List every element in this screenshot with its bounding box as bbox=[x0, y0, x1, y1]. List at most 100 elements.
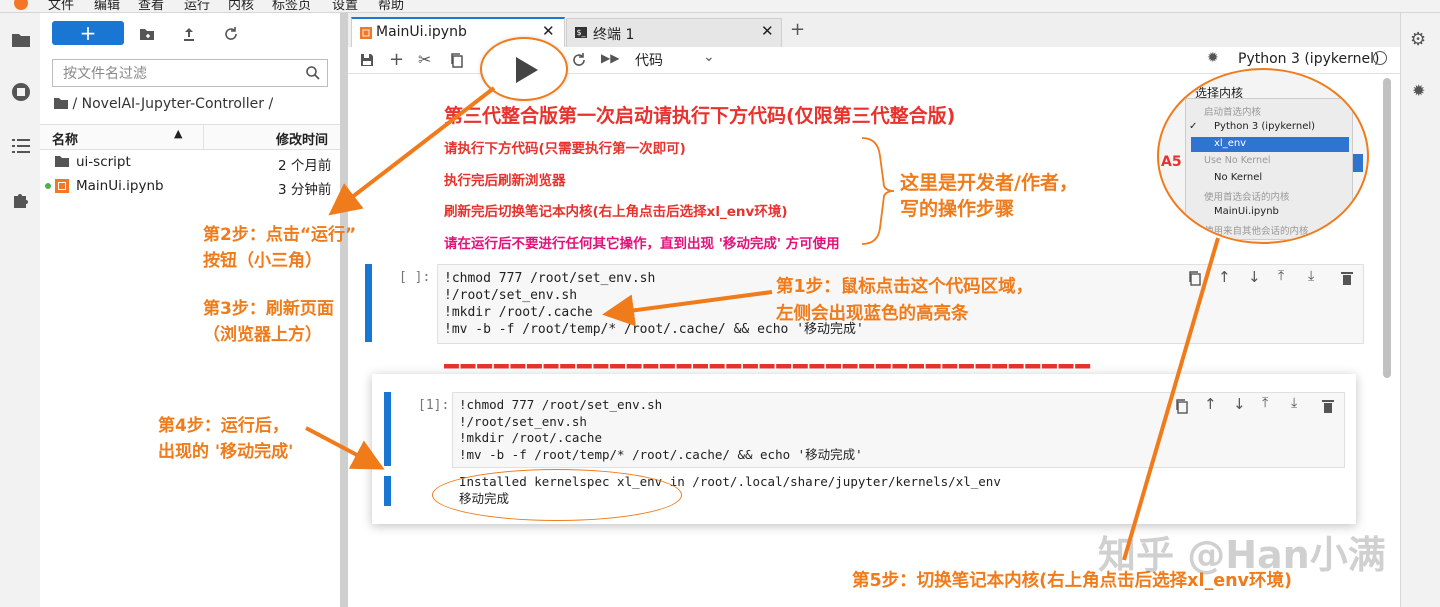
code-cell-2-lines[interactable]: !chmod 777 /root/set_env.sh !/root/set_e… bbox=[459, 397, 863, 463]
annotation-step1: 左侧会出现蓝色的高亮条 bbox=[776, 304, 969, 324]
menu-file[interactable]: 文件 bbox=[48, 0, 74, 12]
restart-kernel-icon[interactable] bbox=[571, 52, 587, 68]
delete-cell-icon[interactable] bbox=[1339, 270, 1355, 286]
insert-below-icon[interactable]: ⤓ bbox=[1291, 395, 1297, 411]
kernel-option-python[interactable]: Python 3 (ipykernel) bbox=[1214, 121, 1315, 132]
move-down-icon[interactable]: ↓ bbox=[1233, 395, 1246, 413]
extension-icon[interactable] bbox=[10, 189, 32, 211]
debugger-bug-icon[interactable]: ✹ bbox=[1412, 81, 1425, 100]
save-icon[interactable] bbox=[359, 52, 375, 68]
toc-icon[interactable] bbox=[10, 135, 32, 157]
file-filter-box[interactable] bbox=[52, 59, 328, 87]
property-inspector-gear-icon[interactable]: ⚙ bbox=[1410, 29, 1426, 50]
notebook-icon bbox=[360, 27, 372, 39]
move-up-icon[interactable]: ↑ bbox=[1218, 268, 1231, 286]
checkmark-icon: ✓ bbox=[1189, 121, 1198, 132]
file-filter-input[interactable] bbox=[61, 61, 295, 87]
file-modified: 2 个月前 bbox=[278, 158, 332, 174]
terminal-icon: $_ bbox=[575, 27, 587, 38]
notebook-icon bbox=[55, 179, 69, 193]
run-cell-button[interactable] bbox=[480, 37, 568, 101]
panel-resize-handle[interactable] bbox=[340, 13, 348, 607]
insert-above-icon[interactable]: ⤒ bbox=[1262, 395, 1268, 411]
cell-type-select[interactable]: 代码 bbox=[635, 50, 663, 70]
menu-view[interactable]: 查看 bbox=[138, 0, 164, 12]
column-modified[interactable]: 修改时间 bbox=[276, 129, 328, 148]
group-header: 使用来自其他会话的内核 bbox=[1204, 226, 1309, 237]
group-header: 使用首选会话的内核 bbox=[1204, 192, 1290, 203]
menu-tabs[interactable]: 标签页 bbox=[272, 0, 311, 12]
annotation-step3: 第3步：刷新页面 bbox=[203, 299, 334, 319]
markdown-heading: 第三代整合版第一次启动请执行下方代码(仅限第三代整合版) bbox=[444, 105, 956, 127]
annotation-bracket bbox=[861, 137, 895, 245]
chevron-down-icon[interactable]: ⌄ bbox=[703, 49, 715, 65]
copy-icon[interactable] bbox=[449, 52, 465, 68]
annotation-step2: 第2步：点击“运行” bbox=[203, 225, 357, 245]
insert-below-icon[interactable]: ⤓ bbox=[1308, 268, 1314, 284]
column-divider bbox=[203, 125, 204, 149]
move-up-icon[interactable]: ↑ bbox=[1204, 395, 1217, 413]
file-row-mainui[interactable]: MainUi.ipynb 3 分钟前 bbox=[40, 174, 340, 198]
watermark: 知乎 @Han小满 bbox=[1098, 533, 1386, 577]
kernel-name-button[interactable]: Python 3 (ipykernel) bbox=[1238, 51, 1379, 67]
insert-above-icon[interactable]: ⤒ bbox=[1278, 268, 1284, 284]
cell-selection-bar[interactable] bbox=[365, 264, 372, 342]
folder-icon[interactable] bbox=[10, 29, 32, 51]
new-folder-icon[interactable] bbox=[139, 26, 155, 42]
markdown-line: 请在运行后不要进行任何其它操作，直到出现 '移动完成' 方可使用 bbox=[444, 236, 840, 252]
group-header: Use No Kernel bbox=[1204, 155, 1271, 166]
new-tab-add-icon[interactable]: + bbox=[790, 19, 805, 40]
notebook-scrollbar[interactable] bbox=[1383, 78, 1391, 378]
cell-prompt: [ ]: bbox=[399, 270, 431, 285]
kernel-option-session[interactable]: MainUi.ipynb bbox=[1214, 206, 1279, 217]
refresh-icon[interactable] bbox=[223, 26, 239, 42]
menu-edit[interactable]: 编辑 bbox=[94, 0, 120, 12]
file-name: ui-script bbox=[76, 154, 131, 170]
annotation-step4: 出现的 '移动完成' bbox=[158, 442, 294, 462]
run-triangle-icon bbox=[516, 57, 538, 83]
move-down-icon[interactable]: ↓ bbox=[1248, 268, 1261, 286]
kernel-selector-popup: 选择内核 启动首选内核 ✓ Python 3 (ipykernel) xl_en… bbox=[1157, 68, 1369, 244]
menu-run[interactable]: 运行 bbox=[184, 0, 210, 12]
cut-icon[interactable]: ✂ bbox=[418, 50, 431, 69]
tab-label: 终端 1 bbox=[593, 27, 635, 43]
delete-cell-icon[interactable] bbox=[1320, 398, 1336, 414]
kernel-option-none[interactable]: No Kernel bbox=[1214, 172, 1262, 183]
tab-terminal[interactable]: $_ 终端 1 ✕ bbox=[566, 18, 782, 47]
markdown-line: 刷新完后切换笔记本内核(右上角点击后选择xl_env环境) bbox=[444, 204, 788, 220]
upload-icon[interactable] bbox=[181, 26, 197, 42]
run-all-icon[interactable]: ▶▶ bbox=[601, 51, 619, 65]
debugger-bug-icon[interactable]: ✹ bbox=[1207, 50, 1219, 66]
search-icon bbox=[306, 66, 320, 80]
close-icon[interactable]: ✕ bbox=[542, 22, 555, 40]
duplicate-cell-icon[interactable] bbox=[1187, 270, 1203, 286]
close-icon[interactable]: ✕ bbox=[761, 22, 774, 40]
code-line: !chmod 777 /root/set_env.sh bbox=[459, 397, 663, 412]
file-list-header: 名称 ▲ 修改时间 bbox=[40, 124, 340, 150]
kernel-option-xl-env[interactable]: xl_env bbox=[1214, 138, 1246, 149]
new-launcher-button[interactable]: + bbox=[52, 21, 124, 45]
right-sidebar: ⚙ ✹ bbox=[1400, 13, 1440, 607]
cell-selection-bar[interactable] bbox=[384, 392, 391, 466]
code-line: !/root/set_env.sh bbox=[459, 413, 587, 429]
file-row-ui-script[interactable]: ui-script 2 个月前 bbox=[40, 150, 340, 174]
code-line: !mkdir /root/.cache bbox=[459, 430, 602, 445]
markdown-line: 请执行下方代码(只需要执行第一次即可) bbox=[444, 141, 686, 157]
jupyter-logo-icon bbox=[14, 0, 28, 10]
menu-kernel[interactable]: 内核 bbox=[228, 0, 254, 12]
breadcrumb[interactable]: / NovelAI-Jupyter-Controller / bbox=[54, 96, 273, 112]
insert-cell-icon[interactable]: + bbox=[389, 49, 404, 70]
column-name[interactable]: 名称 bbox=[52, 129, 78, 148]
annotation-step1: 第1步：鼠标点击这个代码区域， bbox=[776, 277, 1034, 297]
duplicate-cell-icon[interactable] bbox=[1174, 398, 1190, 414]
annotation-dev-note: 写的操作步骤 bbox=[900, 198, 1015, 220]
annotation-step4: 第4步：运行后， bbox=[158, 416, 289, 436]
breadcrumb-path[interactable]: / NovelAI-Jupyter-Controller / bbox=[72, 96, 273, 112]
output-collapse-bar[interactable] bbox=[384, 476, 391, 506]
menu-settings[interactable]: 设置 bbox=[332, 0, 358, 12]
menu-help[interactable]: 帮助 bbox=[378, 0, 404, 12]
running-icon[interactable] bbox=[10, 81, 32, 103]
sort-caret-icon: ▲ bbox=[174, 127, 183, 140]
group-header: 启动首选内核 bbox=[1204, 107, 1262, 118]
menubar: 文件 编辑 查看 运行 内核 标签页 设置 帮助 bbox=[0, 0, 1440, 13]
